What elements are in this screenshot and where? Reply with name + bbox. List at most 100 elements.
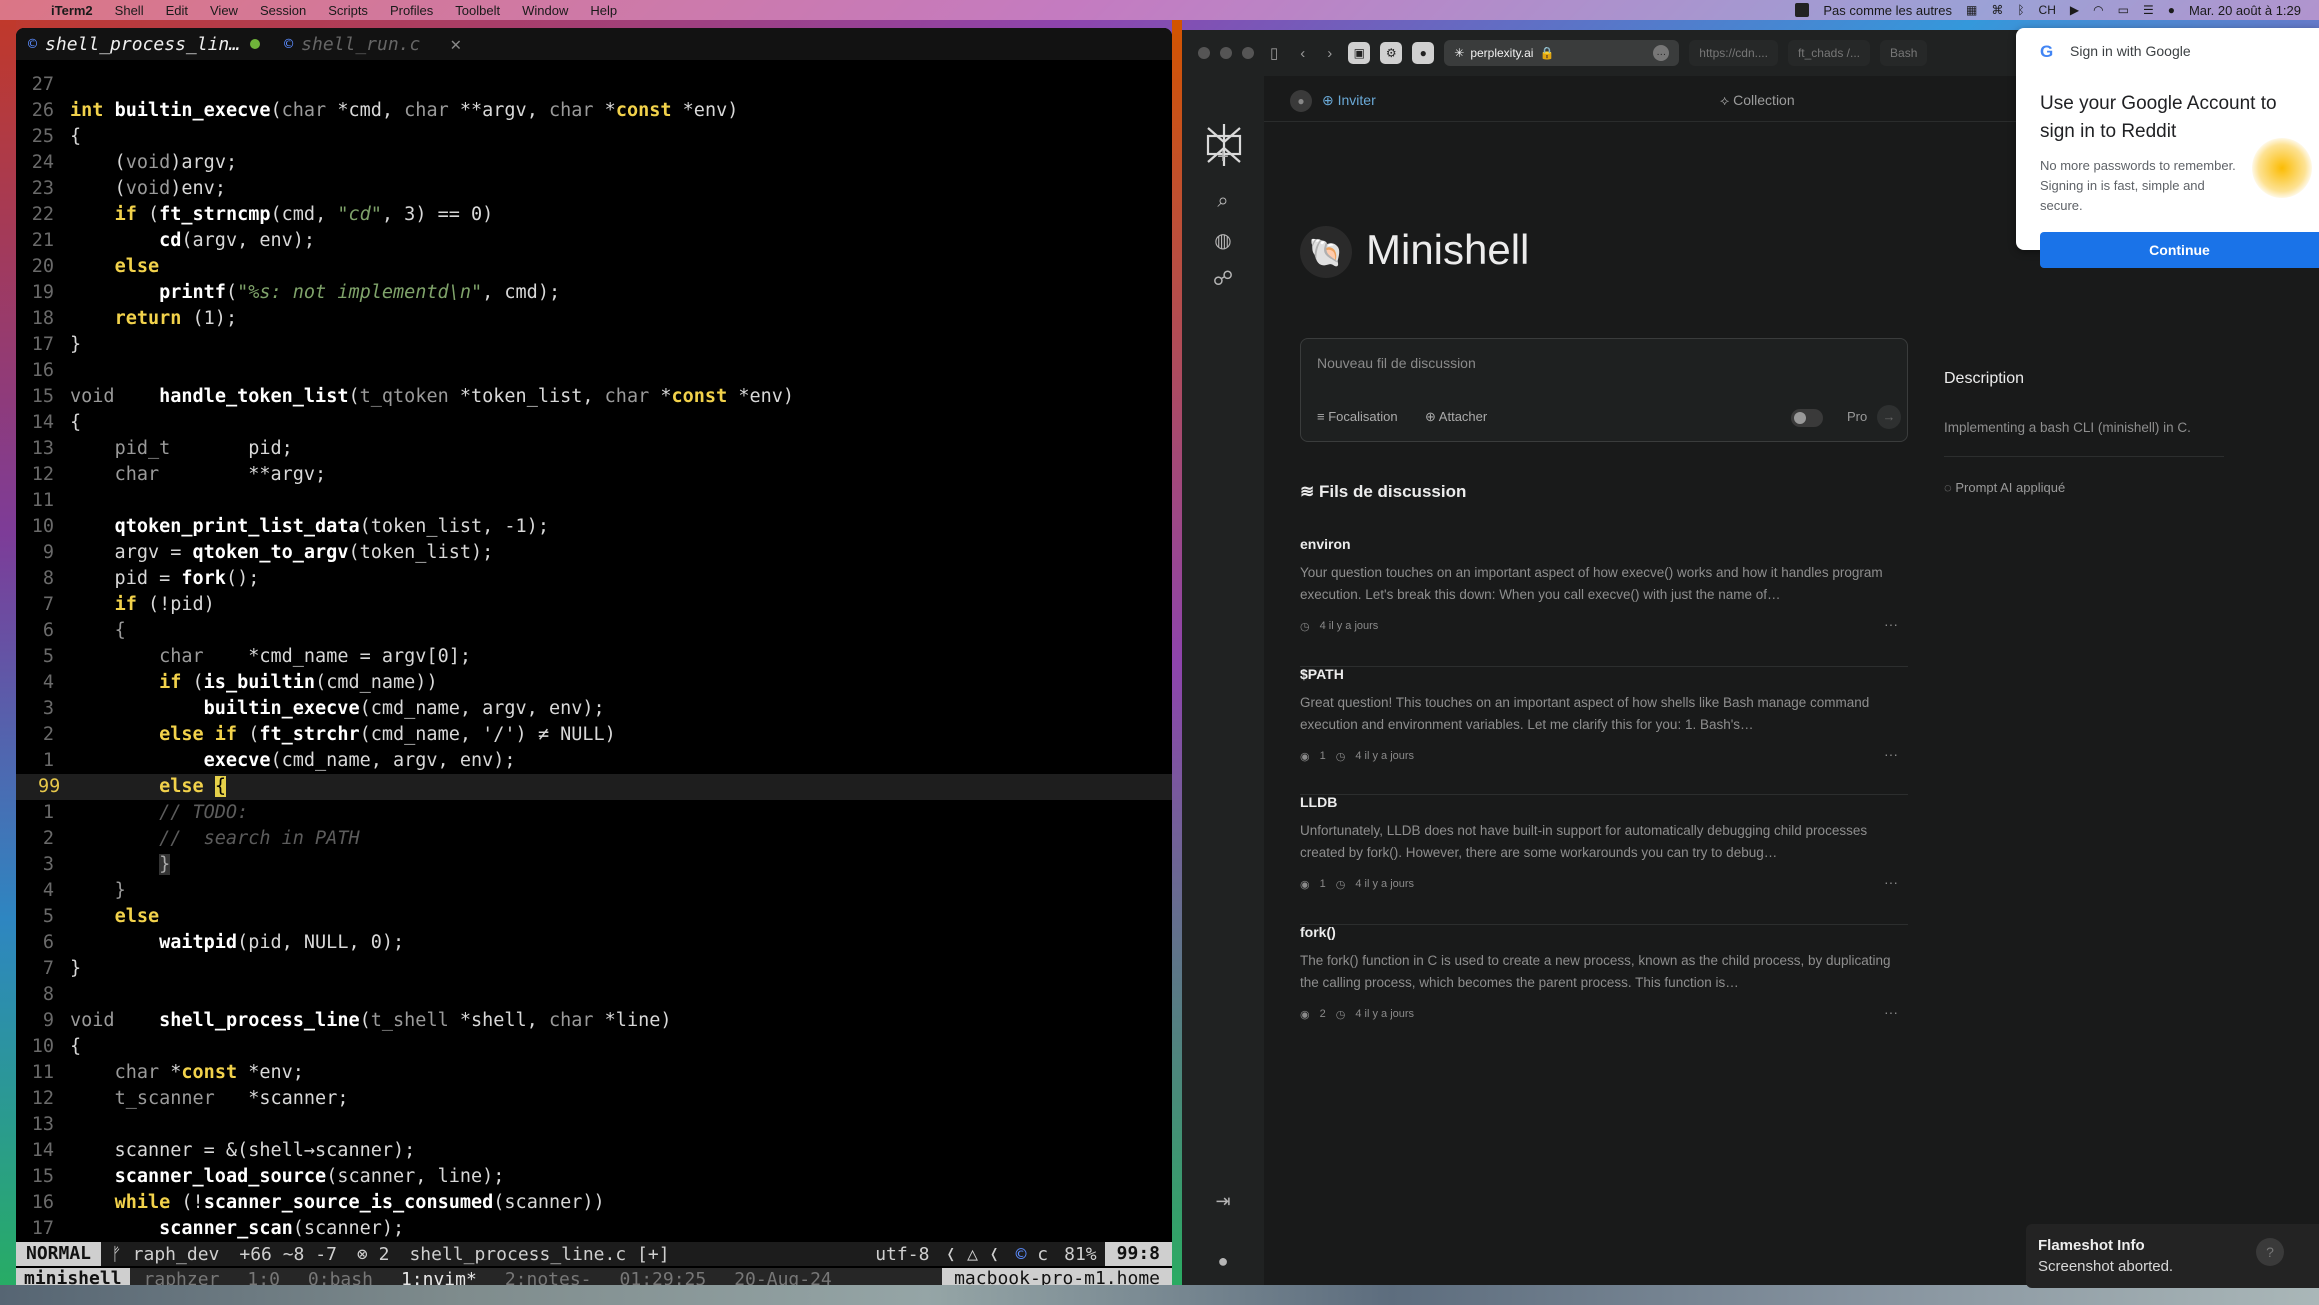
code-line: 15 void handle_token_list(t_qtoken *token… xyxy=(31,386,795,407)
git-branch: ᚠ raph_dev xyxy=(111,1243,220,1265)
code-line: 25{ xyxy=(31,126,82,147)
bluetooth-icon[interactable]: ᛒ xyxy=(2017,3,2024,17)
menubar-clock[interactable]: Mar. 20 août à 1:29 xyxy=(2189,3,2301,18)
thread-title: environ xyxy=(1300,536,1351,552)
play-icon[interactable]: ▶ xyxy=(2070,3,2079,17)
tmux-window[interactable]: 1:0 xyxy=(233,1269,294,1286)
new-thread-input[interactable]: Nouveau fil de discussion ≡ Focalisation… xyxy=(1300,338,1908,442)
text-cursor: { xyxy=(214,776,226,797)
sidebar-toggle-icon[interactable]: ▯ xyxy=(1264,44,1284,62)
menu-scripts[interactable]: Scripts xyxy=(317,3,379,18)
thread-item[interactable]: $PATH Great question! This touches on an… xyxy=(1300,666,1908,786)
terminal-window[interactable]: © shell_process_lin… © shell_run.c ✕ 27 … xyxy=(16,28,1172,1285)
description-text: Implementing a bash CLI (minishell) in C… xyxy=(1944,420,2191,435)
forward-icon[interactable]: › xyxy=(1321,45,1338,62)
code-line: 15 scanner_load_source(scanner, line); xyxy=(31,1166,505,1187)
zoom-window-button[interactable] xyxy=(1242,47,1254,59)
back-icon[interactable]: ‹ xyxy=(1294,45,1311,62)
window-manager-icon[interactable]: ▦ xyxy=(1966,3,1977,17)
menu-profiles[interactable]: Profiles xyxy=(379,3,444,18)
notification-title: Flameshot Info xyxy=(2038,1237,2145,1254)
continue-button[interactable]: Continue xyxy=(2040,232,2319,268)
submit-arrow-icon[interactable]: → xyxy=(1877,405,1901,429)
shell-emoji-icon: 🐚 xyxy=(1300,226,1352,278)
clock-icon: ◷ xyxy=(1335,1009,1346,1021)
tmux-host: macbook-pro-m1.home xyxy=(942,1268,1172,1285)
close-icon[interactable]: ✕ xyxy=(450,34,461,55)
menu-window[interactable]: Window xyxy=(511,3,579,18)
attach-icon: ⊕ xyxy=(1425,409,1439,424)
os-icon: ❬ △ ❬ xyxy=(945,1243,1000,1265)
now-playing-artwork[interactable] xyxy=(1795,3,1810,17)
help-icon[interactable]: ? xyxy=(2256,1238,2284,1266)
menu-view[interactable]: View xyxy=(199,3,249,18)
wifi-icon[interactable]: ◠ xyxy=(2093,3,2103,17)
user-icon[interactable]: ● xyxy=(2168,3,2175,17)
menu-help[interactable]: Help xyxy=(579,3,628,18)
c-file-icon: © xyxy=(1015,1243,1038,1265)
now-playing-title[interactable]: Pas comme les autres xyxy=(1823,3,1952,18)
search-icon[interactable]: ⌕ xyxy=(1208,186,1238,216)
menu-app-name[interactable]: iTerm2 xyxy=(40,3,104,18)
flameshot-notification[interactable]: Flameshot Info Screenshot aborted. ? xyxy=(2026,1224,2319,1288)
pinned-tab-icon[interactable]: ⚙ xyxy=(1380,42,1403,64)
url-tab-active[interactable]: ✳ perplexity.ai 🔒 … xyxy=(1444,40,1680,66)
code-line: 17} xyxy=(31,334,82,355)
collection-icon: ⟡ xyxy=(1720,92,1734,108)
menu-shell[interactable]: Shell xyxy=(104,3,155,18)
attach-button[interactable]: ⊕ Attacher xyxy=(1425,409,1487,425)
pinned-tab-icon[interactable]: ▣ xyxy=(1348,42,1371,64)
buffer-tab-active[interactable]: © shell_process_lin… xyxy=(16,28,272,60)
minimize-window-button[interactable] xyxy=(1220,47,1232,59)
close-window-button[interactable] xyxy=(1198,47,1210,59)
collection-link[interactable]: ⟡ Collection xyxy=(1720,92,1795,109)
focus-button[interactable]: ≡ Focalisation xyxy=(1317,409,1398,424)
code-line: 4 } xyxy=(42,880,126,901)
menu-toolbelt[interactable]: Toolbelt xyxy=(444,3,511,18)
tmux-window[interactable]: 0:bash xyxy=(294,1269,387,1286)
avatar[interactable]: ● xyxy=(1290,90,1312,112)
thread-meta: ◉ 2 ◷ 4 il y a jours xyxy=(1300,1008,1415,1021)
thread-item[interactable]: LLDB Unfortunately, LLDB does not have b… xyxy=(1300,794,1908,914)
github-icon[interactable]: ● xyxy=(1412,42,1435,64)
threads-icon: ≋ xyxy=(1300,482,1319,501)
pro-toggle[interactable] xyxy=(1791,409,1823,427)
tmux-window[interactable]: 2:notes- xyxy=(491,1269,606,1286)
code-line: 26 int builtin_execve(char *cmd, char **a… xyxy=(31,100,739,121)
globe-icon[interactable]: ◍ xyxy=(1208,226,1238,256)
input-source-icon[interactable]: CH xyxy=(2039,3,2056,17)
code-line: 20 else xyxy=(31,256,160,277)
browser-tab[interactable]: Bash xyxy=(1880,40,1928,66)
menu-session[interactable]: Session xyxy=(249,3,317,18)
thread-item[interactable]: fork() The fork() function in C is used … xyxy=(1300,924,1908,1044)
browser-tab[interactable]: ft_chads /... xyxy=(1787,40,1871,66)
more-options-icon[interactable]: ··· xyxy=(1884,616,1898,632)
code-editor[interactable]: 27 26 int builtin_execve(char *cmd, char … xyxy=(16,72,1172,1242)
browser-tab[interactable]: https://cdn.... xyxy=(1689,40,1778,66)
tmux-window-active[interactable]: 1:nvim* xyxy=(387,1269,491,1286)
new-thread-icon[interactable]: + xyxy=(1208,142,1238,172)
app-status-icon[interactable]: ⌘ xyxy=(1991,3,2003,17)
tmux-session[interactable]: minishell xyxy=(16,1268,130,1285)
battery-icon[interactable]: ▭ xyxy=(2118,3,2129,17)
eye-icon: ◉ xyxy=(1300,751,1310,763)
more-options-icon[interactable]: ··· xyxy=(1884,746,1898,762)
prompt-applied-link[interactable]: ◌ Prompt AI appliqué xyxy=(1944,480,2065,495)
more-icon[interactable]: … xyxy=(1653,45,1670,61)
more-options-icon[interactable]: ··· xyxy=(1884,1004,1898,1020)
thread-item[interactable]: environ Your question touches on an impo… xyxy=(1300,536,1908,656)
more-options-icon[interactable]: ··· xyxy=(1884,874,1898,890)
collapse-sidebar-icon[interactable]: ⇥ xyxy=(1208,1186,1238,1216)
control-center-icon[interactable]: ☰ xyxy=(2143,3,2154,17)
code-line: 5 char *cmd_name = argv[0]; xyxy=(42,646,471,667)
c-file-icon: © xyxy=(28,35,38,53)
account-icon[interactable]: ● xyxy=(1208,1246,1238,1276)
menu-edit[interactable]: Edit xyxy=(155,3,199,18)
invite-button[interactable]: ⊕ Inviter xyxy=(1322,92,1376,109)
library-icon[interactable]: ☍ xyxy=(1208,264,1238,294)
wallpaper-bottom xyxy=(0,1285,2319,1305)
code-line: 6 { xyxy=(42,620,126,641)
lock-icon: 🔒 xyxy=(1539,46,1555,60)
buffer-tab-inactive[interactable]: © shell_run.c ✕ xyxy=(272,28,473,60)
code-line: 8 xyxy=(42,984,54,1005)
